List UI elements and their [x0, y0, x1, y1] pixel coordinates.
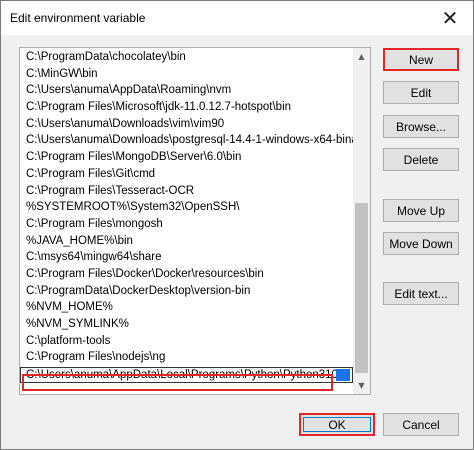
ok-button[interactable]: OK: [299, 413, 375, 436]
dialog-title: Edit environment variable: [10, 11, 146, 25]
list-item[interactable]: C:\ProgramData\DockerDesktop\version-bin: [20, 283, 353, 300]
list-item[interactable]: %SYSTEMROOT%\System32\OpenSSH\: [20, 199, 353, 216]
close-icon[interactable]: ✕: [427, 1, 473, 35]
list-item[interactable]: C:\Users\anuma\AppData\Roaming\nvm: [20, 82, 353, 99]
list-item[interactable]: %JAVA_HOME%\bin: [20, 233, 353, 250]
list-item[interactable]: C:\Program Files\nodejs\ng: [20, 349, 353, 366]
path-list-items: C:\ProgramData\chocolatey\bin C:\MinGW\bi…: [20, 49, 353, 384]
list-item[interactable]: C:\platform-tools: [20, 333, 353, 350]
scroll-down-icon[interactable]: ▼: [353, 377, 370, 394]
scroll-thumb[interactable]: [355, 203, 368, 373]
new-button[interactable]: New: [383, 48, 459, 71]
text-cursor: [336, 369, 350, 382]
list-item[interactable]: C:\Users\anuma\Downloads\postgresql-14.4…: [20, 132, 353, 149]
move-up-button[interactable]: Move Up: [383, 199, 459, 222]
browse-button[interactable]: Browse...: [383, 115, 459, 138]
path-edit-text[interactable]: C:\Users\anuma\AppData\Local\Programs\Py…: [26, 368, 338, 382]
edit-button[interactable]: Edit: [383, 81, 459, 104]
cancel-button[interactable]: Cancel: [383, 413, 459, 436]
list-item[interactable]: C:\Program Files\mongosh: [20, 216, 353, 233]
delete-button[interactable]: Delete: [383, 148, 459, 171]
title-bar: Edit environment variable ✕: [1, 1, 473, 35]
list-item[interactable]: %NVM_HOME%: [20, 299, 353, 316]
list-item[interactable]: C:\Program Files\Microsoft\jdk-11.0.12.7…: [20, 99, 353, 116]
edit-text-button[interactable]: Edit text...: [383, 282, 459, 305]
scroll-up-icon[interactable]: ▲: [353, 48, 370, 65]
list-item[interactable]: C:\ProgramData\chocolatey\bin: [20, 49, 353, 66]
list-item[interactable]: C:\MinGW\bin: [20, 66, 353, 83]
list-item[interactable]: C:\Program Files\Tesseract-OCR: [20, 183, 353, 200]
path-list[interactable]: C:\ProgramData\chocolatey\bin C:\MinGW\bi…: [19, 47, 371, 395]
edit-env-variable-dialog: Edit environment variable ✕ C:\ProgramDa…: [0, 0, 474, 450]
ok-label: OK: [328, 417, 346, 432]
list-item[interactable]: C:\Program Files\Docker\Docker\resources…: [20, 266, 353, 283]
list-item[interactable]: %NVM_SYMLINK%: [20, 316, 353, 333]
path-edit-field[interactable]: C:\Users\anuma\AppData\Local\Programs\Py…: [20, 367, 353, 384]
vertical-scrollbar[interactable]: ▲ ▼: [353, 48, 370, 394]
list-item[interactable]: C:\msys64\mingw64\share: [20, 249, 353, 266]
move-down-button[interactable]: Move Down: [383, 232, 459, 255]
list-item[interactable]: C:\Program Files\Git\cmd: [20, 166, 353, 183]
list-item[interactable]: C:\Users\anuma\Downloads\vim\vim90: [20, 116, 353, 133]
list-item[interactable]: C:\Program Files\MongoDB\Server\6.0\bin: [20, 149, 353, 166]
